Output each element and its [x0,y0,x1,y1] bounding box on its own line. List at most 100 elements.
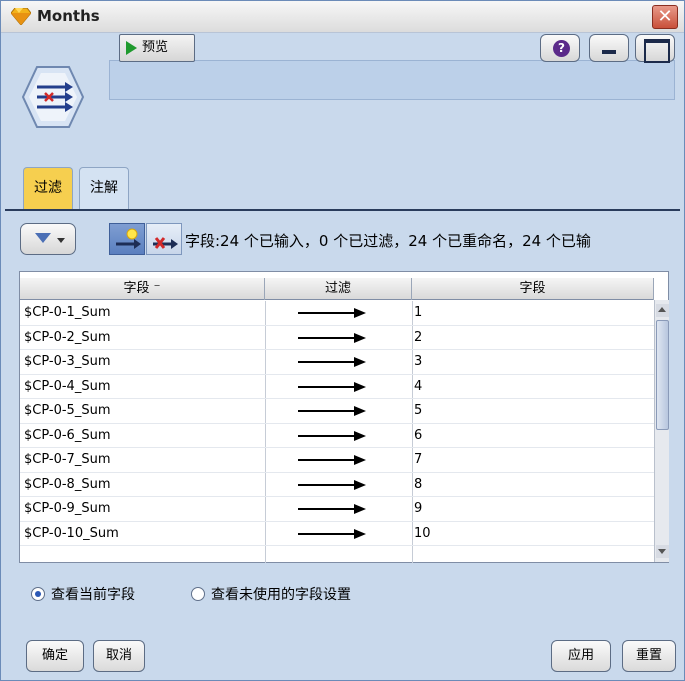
minimize-button[interactable] [589,34,629,62]
new-field-name[interactable]: 8 [414,473,650,497]
filter-toggle[interactable] [266,448,410,472]
chevron-down-icon [57,238,65,243]
table-row[interactable]: $CP-0-2_Sum 2 [20,326,654,350]
filter-toggle[interactable] [266,497,410,521]
filter-toggle[interactable] [266,375,410,399]
title-bar[interactable]: Months ✕ [1,1,684,33]
arrow-head [354,430,366,441]
table-row[interactable]: $CP-0-5_Sum 5 [20,399,654,424]
column-header-filter[interactable]: 过滤 [265,278,412,300]
reset-button[interactable]: 重置 [622,640,676,672]
arrow-right-icon [298,312,360,314]
exclude-all-fields-button[interactable] [146,223,182,255]
field-name: $CP-0-1_Sum [24,305,111,320]
arrow-right-icon [298,410,360,412]
new-field-name[interactable]: 9 [414,497,650,521]
radio-view-unused-settings[interactable]: 查看未使用的字段设置 [191,586,351,604]
help-icon: ? [553,40,570,57]
funnel-icon [35,233,51,243]
filter-toggle[interactable] [266,399,410,423]
filter-toggle[interactable] [266,350,410,374]
tab-annotations[interactable]: 注解 [79,167,129,209]
arrow-head [354,308,366,318]
arrow-head [354,406,366,416]
field-name: $CP-0-6_Sum [24,427,111,443]
radio-button[interactable] [191,587,205,601]
filter-toggle[interactable] [266,326,410,350]
arrow-right-icon [298,508,360,510]
arrow-cross-icon [153,237,178,249]
new-field-name[interactable]: 4 [414,375,650,399]
arrow-right-icon [298,434,360,437]
filter-toggle[interactable] [266,473,410,497]
radio-button-checked[interactable] [31,587,45,601]
table-row[interactable]: $CP-0-9_Sum 9 [20,497,654,522]
table-row[interactable]: $CP-0-8_Sum 8 [20,473,654,497]
dialog-header [1,34,684,160]
scroll-thumb[interactable] [656,320,669,430]
arrow-right-icon [298,385,360,388]
help-button[interactable]: ? [540,34,580,62]
dialog-window: Months ✕ 预览 ? 过滤 注解 字段:24 个已输入，0 个已过滤，24… [0,0,685,681]
new-field-name[interactable]: 2 [414,326,650,350]
column-header-field[interactable]: 字段 ⁻ [20,278,265,300]
table-body: $CP-0-1_Sum 1 $CP-0-2_Sum 2 $CP-0-3_Sum … [20,301,654,563]
field-name: $CP-0-3_Sum [24,354,111,369]
table-row[interactable]: $CP-0-3_Sum 3 [20,350,654,375]
arrow-head [354,479,366,490]
field-summary-text: 字段:24 个已输入，0 个已过滤，24 个已重命名，24 个已输 [185,232,591,250]
arrow-head [354,381,366,392]
tab-filter[interactable]: 过滤 [23,167,73,209]
new-field-name[interactable]: 1 [414,301,650,325]
filter-node-icon [21,66,85,128]
filter-toggle[interactable] [266,522,410,546]
arrow-right-icon [298,483,360,486]
cancel-button[interactable]: 取消 [93,640,145,672]
arrow-head [354,332,366,343]
arrow-head [354,357,366,367]
new-field-name[interactable]: 7 [414,448,650,472]
table-row[interactable]: $CP-0-6_Sum 6 [20,424,654,448]
arrow-right-icon [298,532,360,535]
include-all-fields-button[interactable] [109,223,145,255]
arrow-right-icon [298,336,360,339]
field-name: $CP-0-2_Sum [24,329,111,345]
table-row[interactable]: $CP-0-10_Sum 10 [20,522,654,546]
new-field-name[interactable]: 6 [414,424,650,448]
table-row[interactable]: $CP-0-7_Sum 7 [20,448,654,473]
window-title: Months [37,7,100,25]
new-field-name[interactable]: 3 [414,350,650,374]
new-field-name[interactable]: 5 [414,399,650,423]
filter-toggle[interactable] [266,424,410,448]
arrow-right-icon [298,459,360,461]
field-name: $CP-0-7_Sum [24,452,111,467]
arrow-star-icon [116,228,141,249]
close-button[interactable]: ✕ [652,5,678,29]
table-row[interactable]: $CP-0-1_Sum 1 [20,301,654,326]
column-header-new-field[interactable]: 字段 [412,278,654,300]
preview-label: 预览 [142,40,169,55]
scroll-up-arrow[interactable] [656,304,669,317]
new-field-name[interactable]: 10 [414,522,650,546]
arrow-head [354,455,366,465]
ok-button[interactable]: 确定 [26,640,84,672]
filter-toggle[interactable] [266,301,410,325]
toolbar-strip [109,60,675,100]
preview-button[interactable]: 预览 [119,34,195,62]
scroll-down-arrow[interactable] [656,545,669,558]
maximize-button[interactable] [635,34,675,63]
arrow-head [354,504,366,514]
filter-options-button[interactable] [20,223,76,255]
vertical-scrollbar[interactable] [654,300,669,562]
apply-button[interactable]: 应用 [551,640,611,672]
field-name: $CP-0-5_Sum [24,403,111,418]
field-name: $CP-0-9_Sum [24,501,111,516]
arrow-head [354,528,366,539]
radio-view-current-fields[interactable]: 查看当前字段 [31,586,135,604]
field-name: $CP-0-4_Sum [24,378,111,394]
gem-icon [11,8,31,25]
radio-label-current: 查看当前字段 [51,587,135,603]
field-name: $CP-0-8_Sum [24,476,111,492]
table-row[interactable]: $CP-0-4_Sum 4 [20,375,654,399]
field-name: $CP-0-10_Sum [24,525,119,541]
